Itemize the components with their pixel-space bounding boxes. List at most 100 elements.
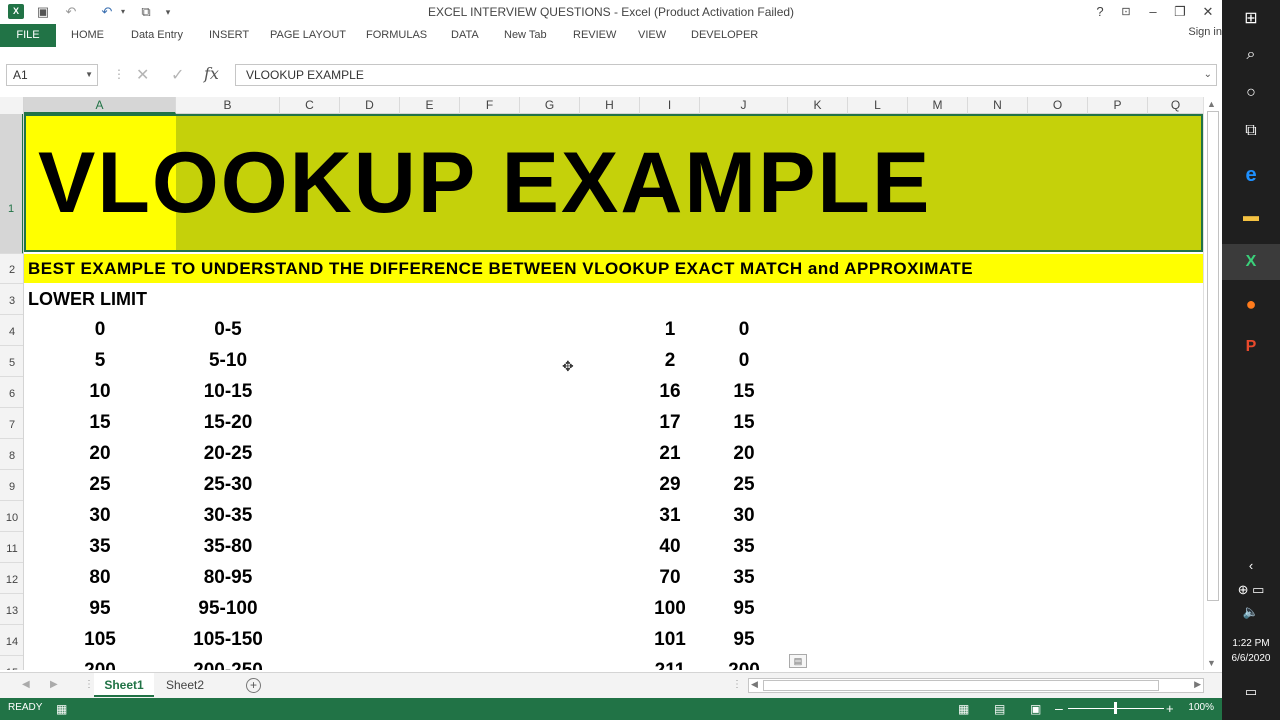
select-all-button[interactable] [0,97,24,114]
tab-file[interactable]: FILE [0,24,56,47]
tab-data[interactable]: DATA [451,24,479,47]
column-header-b[interactable]: B [176,97,280,114]
scroll-up-icon[interactable]: ▲ [1207,99,1216,109]
cell-a7[interactable]: 15 [24,412,176,434]
cell-a13[interactable]: 95 [24,598,176,620]
vertical-scrollbar[interactable]: ▲ ▼ [1203,97,1222,670]
row-header-15[interactable]: 15 [0,656,23,670]
cell-b10[interactable]: 30-35 [176,505,280,527]
column-header-l[interactable]: L [848,97,908,114]
cell-b12[interactable]: 80-95 [176,567,280,589]
network-icon[interactable]: ⊕ ▭ [1222,582,1280,598]
cell-a15[interactable]: 200 [24,660,176,670]
expand-formula-bar-icon[interactable]: ⌄ [1204,65,1212,85]
search-icon[interactable]: ⌕ [1222,46,1280,64]
row-header-1[interactable]: 1 [0,114,23,254]
row-header-10[interactable]: 10 [0,501,23,532]
tab-formulas[interactable]: FORMULAS [366,24,427,47]
windows-start-icon[interactable]: ⊞ [1222,8,1280,28]
cell-j12[interactable]: 35 [700,567,788,589]
column-header-h[interactable]: H [580,97,640,114]
cell-j11[interactable]: 35 [700,536,788,558]
cell-b4[interactable]: 0-5 [176,319,280,341]
next-sheet-icon[interactable]: ▶ [50,679,58,690]
page-layout-view-icon[interactable]: ▤ [994,702,1005,716]
row-header-9[interactable]: 9 [0,470,23,501]
cell-i9[interactable]: 29 [640,474,700,496]
zoom-in-icon[interactable]: + [1166,701,1174,716]
cell-b15[interactable]: 200-250 [176,660,280,670]
cell-b9[interactable]: 25-30 [176,474,280,496]
help-button[interactable]: ? [1089,2,1111,22]
tab-view[interactable]: VIEW [638,24,666,47]
column-header-a[interactable]: A [24,97,176,114]
formula-bar-grip-icon[interactable]: ⋮ [113,67,125,81]
cell-i8[interactable]: 21 [640,443,700,465]
cell-j5[interactable]: 0 [700,350,788,372]
cell-a8[interactable]: 20 [24,443,176,465]
tab-data-entry[interactable]: Data Entry [131,24,183,47]
task-view-icon[interactable]: ⧉ [1222,122,1280,140]
name-box[interactable]: A1 ▼ [6,64,98,86]
sign-in-link[interactable]: Sign in [1188,26,1222,38]
cell-a9[interactable]: 25 [24,474,176,496]
row-header-13[interactable]: 13 [0,594,23,625]
row-header-5[interactable]: 5 [0,346,23,377]
page-break-view-icon[interactable]: ▣ [1030,702,1041,716]
cell-i11[interactable]: 40 [640,536,700,558]
cell-j4[interactable]: 0 [700,319,788,341]
row-header-11[interactable]: 11 [0,532,23,563]
normal-view-icon[interactable]: ▦ [958,702,969,716]
tabs-grip-icon[interactable]: ⋮ [84,679,94,690]
tab-new-tab[interactable]: New Tab [504,24,547,47]
row-header-8[interactable]: 8 [0,439,23,470]
show-hidden-icons-icon[interactable]: ‹ [1222,558,1280,573]
cell-i5[interactable]: 2 [640,350,700,372]
formula-input[interactable]: VLOOKUP EXAMPLE ⌄ [235,64,1217,86]
edge-browser-icon[interactable]: e [1222,164,1280,187]
tab-page-layout[interactable]: PAGE LAYOUT [270,24,346,47]
tab-insert[interactable]: INSERT [209,24,249,47]
zoom-level[interactable]: 100% [1188,702,1214,713]
cell-a3[interactable]: LOWER LIMIT [28,289,147,310]
column-header-o[interactable]: O [1028,97,1088,114]
cell-a14[interactable]: 105 [24,629,176,651]
prev-sheet-icon[interactable]: ◀ [22,679,30,690]
cell-b8[interactable]: 20-25 [176,443,280,465]
close-button[interactable]: ✕ [1197,2,1219,22]
column-header-i[interactable]: I [640,97,700,114]
column-header-e[interactable]: E [400,97,460,114]
cell-b14[interactable]: 105-150 [176,629,280,651]
cell-j6[interactable]: 15 [700,381,788,403]
cell-i12[interactable]: 70 [640,567,700,589]
restore-button[interactable]: ❐ [1169,2,1191,22]
scroll-down-icon[interactable]: ▼ [1207,658,1216,668]
taskbar-clock[interactable]: 1:22 PM 6/6/2020 [1222,636,1280,666]
scroll-right-icon[interactable]: ▶ [1194,679,1201,690]
zoom-slider-thumb[interactable] [1114,702,1117,714]
row-header-12[interactable]: 12 [0,563,23,594]
column-header-f[interactable]: F [460,97,520,114]
volume-icon[interactable]: 🔈 [1222,604,1280,620]
cell-b5[interactable]: 5-10 [176,350,280,372]
file-explorer-icon[interactable]: ▬ [1222,208,1280,226]
excel-taskbar-icon[interactable]: X [1222,244,1280,280]
action-center-icon[interactable]: ▭ [1222,684,1280,700]
cell-i13[interactable]: 100 [640,598,700,620]
cell-j9[interactable]: 25 [700,474,788,496]
column-header-n[interactable]: N [968,97,1028,114]
scroll-left-icon[interactable]: ◀ [751,679,758,690]
cancel-entry-icon[interactable]: ✕ [136,65,149,85]
column-header-d[interactable]: D [340,97,400,114]
cortana-icon[interactable]: ○ [1222,84,1280,102]
cell-b7[interactable]: 15-20 [176,412,280,434]
cell-a10[interactable]: 30 [24,505,176,527]
cell-a11[interactable]: 35 [24,536,176,558]
column-header-m[interactable]: M [908,97,968,114]
confirm-entry-icon[interactable]: ✓ [171,65,184,85]
cell-j7[interactable]: 15 [700,412,788,434]
cell-j15[interactable]: 200 [700,660,788,670]
zoom-out-icon[interactable]: – [1055,700,1063,716]
cell-a6[interactable]: 10 [24,381,176,403]
cell-i10[interactable]: 31 [640,505,700,527]
